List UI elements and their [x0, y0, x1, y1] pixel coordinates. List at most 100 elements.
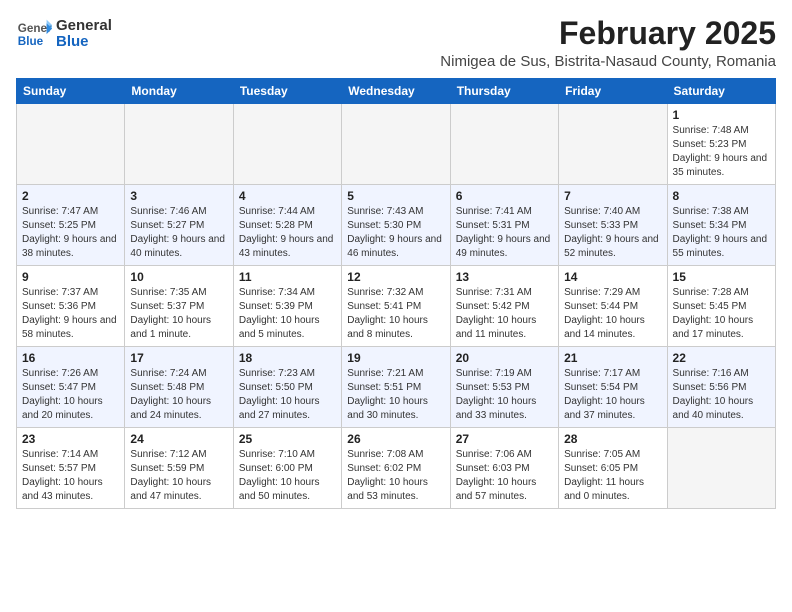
week-row-1: 1 Sunrise: 7:48 AM Sunset: 5:23 PM Daylig… [17, 104, 776, 185]
logo: General Blue General Blue [16, 16, 112, 52]
calendar-cell: 9Sunrise: 7:37 AM Sunset: 5:36 PM Daylig… [17, 266, 125, 347]
day-number: 22 [673, 351, 770, 365]
day-number: 11 [239, 270, 336, 284]
day-info: Sunrise: 7:43 AM Sunset: 5:30 PM Dayligh… [347, 205, 444, 261]
day-number: 14 [564, 270, 661, 284]
day-number: 28 [564, 432, 661, 446]
calendar-cell: 7 Sunrise: 7:40 AM Sunset: 5:33 PM Daylig… [559, 185, 667, 266]
day-number: 18 [239, 351, 336, 365]
day-number: 16 [22, 351, 119, 365]
logo-text: General Blue [56, 18, 112, 51]
day-number: 10 [130, 270, 227, 284]
calendar-cell: 25 Sunrise: 7:10 AM Sunset: 6:00 PM Dayli… [233, 428, 341, 509]
day-info: Sunrise: 7:21 AM Sunset: 5:51 PM Dayligh… [347, 367, 444, 423]
calendar-cell [125, 104, 233, 185]
day-number: 23 [22, 432, 119, 446]
calendar-cell: 12 Sunrise: 7:32 AM Sunset: 5:41 PM Dayli… [342, 266, 450, 347]
calendar-cell: 18 Sunrise: 7:23 AM Sunset: 5:50 PM Dayli… [233, 347, 341, 428]
day-number: 17 [130, 351, 227, 365]
day-number: 21 [564, 351, 661, 365]
calendar-cell [450, 104, 558, 185]
header-day-thursday: Thursday [450, 79, 558, 104]
day-info: Sunrise: 7:40 AM Sunset: 5:33 PM Dayligh… [564, 205, 661, 261]
calendar-cell: 23 Sunrise: 7:14 AM Sunset: 5:57 PM Dayli… [17, 428, 125, 509]
day-info: Sunrise: 7:32 AM Sunset: 5:41 PM Dayligh… [347, 286, 444, 342]
day-number: 12 [347, 270, 444, 284]
calendar-cell: 24Sunrise: 7:12 AM Sunset: 5:59 PM Dayli… [125, 428, 233, 509]
calendar-cell [667, 428, 775, 509]
day-number: 8 [673, 189, 770, 203]
calendar-cell: 21 Sunrise: 7:17 AM Sunset: 5:54 PM Dayli… [559, 347, 667, 428]
day-number: 3 [130, 189, 227, 203]
day-info: Sunrise: 7:05 AM Sunset: 6:05 PM Dayligh… [564, 448, 661, 504]
day-info: Sunrise: 7:06 AM Sunset: 6:03 PM Dayligh… [456, 448, 553, 504]
day-info: Sunrise: 7:14 AM Sunset: 5:57 PM Dayligh… [22, 448, 119, 504]
day-info: Sunrise: 7:17 AM Sunset: 5:54 PM Dayligh… [564, 367, 661, 423]
calendar-cell: 13 Sunrise: 7:31 AM Sunset: 5:42 PM Dayli… [450, 266, 558, 347]
calendar-cell: 1 Sunrise: 7:48 AM Sunset: 5:23 PM Daylig… [667, 104, 775, 185]
day-number: 19 [347, 351, 444, 365]
calendar-cell: 22Sunrise: 7:16 AM Sunset: 5:56 PM Dayli… [667, 347, 775, 428]
week-row-2: 2 Sunrise: 7:47 AM Sunset: 5:25 PM Daylig… [17, 185, 776, 266]
calendar-cell: 4 Sunrise: 7:44 AM Sunset: 5:28 PM Daylig… [233, 185, 341, 266]
calendar-cell [17, 104, 125, 185]
day-number: 26 [347, 432, 444, 446]
calendar-table: SundayMondayTuesdayWednesdayThursdayFrid… [16, 78, 776, 509]
day-number: 2 [22, 189, 119, 203]
svg-text:Blue: Blue [18, 35, 44, 48]
calendar-cell: 28 Sunrise: 7:05 AM Sunset: 6:05 PM Dayli… [559, 428, 667, 509]
day-info: Sunrise: 7:31 AM Sunset: 5:42 PM Dayligh… [456, 286, 553, 342]
day-info: Sunrise: 7:48 AM Sunset: 5:23 PM Dayligh… [673, 124, 770, 180]
calendar-cell: 20Sunrise: 7:19 AM Sunset: 5:53 PM Dayli… [450, 347, 558, 428]
calendar-cell: 5Sunrise: 7:43 AM Sunset: 5:30 PM Daylig… [342, 185, 450, 266]
header-day-friday: Friday [559, 79, 667, 104]
title-area: February 2025 Nimigea de Sus, Bistrita-N… [440, 16, 776, 70]
day-info: Sunrise: 7:47 AM Sunset: 5:25 PM Dayligh… [22, 205, 119, 261]
day-number: 24 [130, 432, 227, 446]
day-info: Sunrise: 7:23 AM Sunset: 5:50 PM Dayligh… [239, 367, 336, 423]
day-info: Sunrise: 7:41 AM Sunset: 5:31 PM Dayligh… [456, 205, 553, 261]
calendar-cell [233, 104, 341, 185]
day-number: 4 [239, 189, 336, 203]
calendar-cell: 8 Sunrise: 7:38 AM Sunset: 5:34 PM Daylig… [667, 185, 775, 266]
calendar-cell: 16 Sunrise: 7:26 AM Sunset: 5:47 PM Dayli… [17, 347, 125, 428]
header-day-saturday: Saturday [667, 79, 775, 104]
day-info: Sunrise: 7:26 AM Sunset: 5:47 PM Dayligh… [22, 367, 119, 423]
calendar-cell: 27 Sunrise: 7:06 AM Sunset: 6:03 PM Dayli… [450, 428, 558, 509]
month-title: February 2025 [440, 16, 776, 51]
calendar-cell [342, 104, 450, 185]
calendar-cell: 3 Sunrise: 7:46 AM Sunset: 5:27 PM Daylig… [125, 185, 233, 266]
calendar-cell [559, 104, 667, 185]
calendar-cell: 19 Sunrise: 7:21 AM Sunset: 5:51 PM Dayli… [342, 347, 450, 428]
header-day-tuesday: Tuesday [233, 79, 341, 104]
calendar-cell: 14 Sunrise: 7:29 AM Sunset: 5:44 PM Dayli… [559, 266, 667, 347]
calendar-cell: 15 Sunrise: 7:28 AM Sunset: 5:45 PM Dayli… [667, 266, 775, 347]
header-day-sunday: Sunday [17, 79, 125, 104]
header-area: General Blue General Blue February 2025 … [16, 16, 776, 70]
day-number: 27 [456, 432, 553, 446]
day-info: Sunrise: 7:08 AM Sunset: 6:02 PM Dayligh… [347, 448, 444, 504]
header-row: SundayMondayTuesdayWednesdayThursdayFrid… [17, 79, 776, 104]
header-day-monday: Monday [125, 79, 233, 104]
week-row-4: 16 Sunrise: 7:26 AM Sunset: 5:47 PM Dayli… [17, 347, 776, 428]
day-info: Sunrise: 7:44 AM Sunset: 5:28 PM Dayligh… [239, 205, 336, 261]
day-info: Sunrise: 7:29 AM Sunset: 5:44 PM Dayligh… [564, 286, 661, 342]
day-info: Sunrise: 7:19 AM Sunset: 5:53 PM Dayligh… [456, 367, 553, 423]
logo-icon: General Blue [16, 16, 52, 52]
day-info: Sunrise: 7:10 AM Sunset: 6:00 PM Dayligh… [239, 448, 336, 504]
week-row-5: 23 Sunrise: 7:14 AM Sunset: 5:57 PM Dayli… [17, 428, 776, 509]
day-number: 25 [239, 432, 336, 446]
location-title: Nimigea de Sus, Bistrita-Nasaud County, … [440, 53, 776, 70]
day-info: Sunrise: 7:28 AM Sunset: 5:45 PM Dayligh… [673, 286, 770, 342]
day-info: Sunrise: 7:46 AM Sunset: 5:27 PM Dayligh… [130, 205, 227, 261]
week-row-3: 9Sunrise: 7:37 AM Sunset: 5:36 PM Daylig… [17, 266, 776, 347]
day-number: 6 [456, 189, 553, 203]
day-info: Sunrise: 7:38 AM Sunset: 5:34 PM Dayligh… [673, 205, 770, 261]
day-info: Sunrise: 7:37 AM Sunset: 5:36 PM Dayligh… [22, 286, 119, 342]
day-number: 7 [564, 189, 661, 203]
day-info: Sunrise: 7:35 AM Sunset: 5:37 PM Dayligh… [130, 286, 227, 342]
day-number: 15 [673, 270, 770, 284]
day-number: 1 [673, 108, 770, 122]
calendar-cell: 6 Sunrise: 7:41 AM Sunset: 5:31 PM Daylig… [450, 185, 558, 266]
day-number: 13 [456, 270, 553, 284]
